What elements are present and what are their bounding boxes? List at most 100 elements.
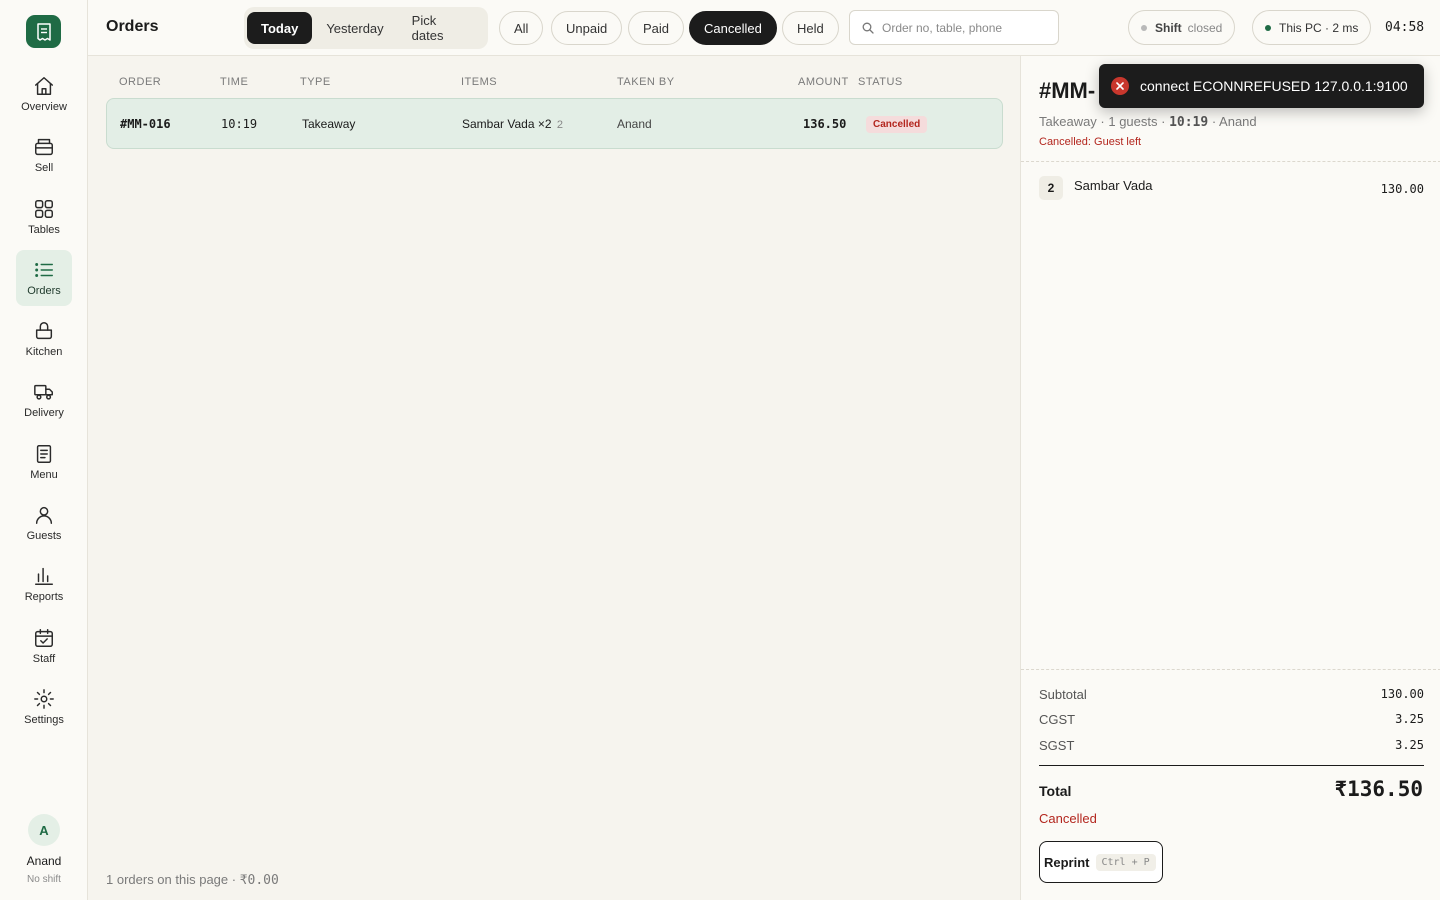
- sidebar-item-label: Overview: [21, 101, 67, 113]
- sidebar-item-label: Guests: [26, 530, 62, 543]
- tab-today[interactable]: Today: [247, 12, 313, 44]
- order-time: 10:19: [221, 117, 258, 131]
- sidebar-item-settings[interactable]: Settings: [16, 679, 72, 735]
- order-detail-meta-suffix: · Anand: [1208, 114, 1257, 129]
- divider: [1039, 765, 1424, 766]
- status-badge: Cancelled: [866, 116, 928, 133]
- error-toast[interactable]: connect ECONNREFUSED 127.0.0.1:9100: [1099, 64, 1424, 108]
- list-icon: [35, 262, 53, 277]
- total-label: Total: [1039, 783, 1072, 799]
- order-detail-meta-prefix: Takeaway · 1 guests ·: [1039, 114, 1170, 129]
- total-value: ₹136.50: [1334, 777, 1423, 801]
- clock: 04:58: [1385, 20, 1425, 35]
- register-icon: [35, 139, 53, 156]
- person-icon: [35, 507, 53, 525]
- column-header-items: ITEMS: [461, 76, 498, 88]
- cancellation-reason: Cancelled: Guest left: [1039, 136, 1142, 148]
- top-bar: Orders Today Yesterday Pick dates All Un…: [88, 0, 1440, 56]
- calendar-check-icon: [35, 628, 53, 647]
- home-icon: [35, 77, 53, 95]
- user-shift-status: No shift: [27, 874, 61, 885]
- avatar: A: [28, 814, 60, 846]
- sidebar-item-kitchen[interactable]: Kitchen: [16, 311, 72, 367]
- subtotal-value: 130.00: [1380, 687, 1424, 701]
- sidebar-item-label: Orders: [27, 284, 61, 297]
- sidebar-item-delivery[interactable]: Delivery: [16, 372, 72, 428]
- sidebar-item-guests[interactable]: Guests: [16, 495, 72, 551]
- error-icon: [1111, 77, 1129, 95]
- reprint-button[interactable]: Reprint Ctrl + P: [1039, 841, 1163, 883]
- search-input[interactable]: [882, 20, 1052, 35]
- divider: [1021, 161, 1440, 162]
- sidebar-item-tables[interactable]: Tables: [16, 189, 72, 245]
- bar-chart-icon: [35, 568, 53, 586]
- sidebar-item-menu[interactable]: Menu: [16, 434, 72, 490]
- sidebar-item-label: Settings: [24, 713, 64, 726]
- order-items-text: Sambar Vada ×2: [462, 117, 552, 131]
- order-detail-time: 10:19: [1169, 115, 1209, 130]
- column-header-type: TYPE: [300, 76, 331, 88]
- sidebar-item-label: Kitchen: [25, 346, 63, 359]
- menu-icon: [36, 444, 52, 463]
- order-detail-meta: Takeaway · 1 guests · 10:19 · Anand: [1039, 114, 1257, 130]
- line-item-name: Sambar Vada: [1074, 178, 1153, 193]
- sidebar-item-label: Menu: [30, 468, 58, 481]
- filter-held[interactable]: Held: [782, 11, 839, 45]
- shift-status-value: closed: [1187, 20, 1223, 35]
- list-footer-summary: 1 orders on this page · ₹0.00: [106, 872, 279, 888]
- table-row[interactable]: #MM-016 10:19 Takeaway Sambar Vada ×2 2 …: [106, 98, 1003, 149]
- grid-icon: [35, 199, 53, 218]
- connection-status-pill[interactable]: This PC · 2 ms: [1252, 10, 1372, 45]
- gear-icon: [34, 689, 54, 709]
- receipt-icon: [36, 22, 51, 41]
- order-items: Sambar Vada ×2 2: [462, 117, 563, 131]
- sgst-label: SGST: [1039, 738, 1075, 753]
- list-item[interactable]: 2 Sambar Vada 130.00: [1039, 174, 1424, 202]
- sidebar-item-sell[interactable]: Sell: [16, 127, 72, 183]
- sidebar-item-label: Reports: [24, 591, 64, 604]
- sgst-value: 3.25: [1395, 738, 1424, 752]
- order-taken-by: Anand: [617, 117, 652, 131]
- subtotal-label: Subtotal: [1039, 687, 1087, 702]
- connection-status-text: This PC · 2 ms: [1279, 20, 1359, 35]
- sgst-row: SGST 3.25: [1039, 738, 1424, 753]
- column-header-taken-by: TAKEN BY: [617, 76, 675, 88]
- shift-status-dot: [1141, 24, 1147, 31]
- sidebar: Overview Sell Tables Orders Kitchen Deli…: [0, 0, 88, 900]
- filter-cancelled[interactable]: Cancelled: [689, 11, 777, 45]
- filter-all[interactable]: All: [499, 11, 544, 45]
- sidebar-item-label: Staff: [32, 652, 56, 665]
- user-name: Anand: [26, 854, 62, 868]
- divider: [1021, 669, 1440, 670]
- column-header-order: ORDER: [119, 76, 162, 88]
- filter-unpaid[interactable]: Unpaid: [551, 11, 623, 45]
- sidebar-item-orders[interactable]: Orders: [16, 249, 72, 306]
- sidebar-item-overview[interactable]: Overview: [16, 66, 72, 122]
- pot-icon: [35, 322, 53, 340]
- sidebar-item-reports[interactable]: Reports: [16, 556, 72, 612]
- sidebar-item-label: Tables: [28, 223, 60, 236]
- reprint-button-label: Reprint: [1044, 854, 1090, 870]
- tab-yesterday[interactable]: Yesterday: [312, 12, 397, 44]
- page-title: Orders: [106, 18, 159, 35]
- reprint-shortcut: Ctrl + P: [1095, 853, 1156, 871]
- app-logo[interactable]: [26, 15, 61, 48]
- tab-pick-dates[interactable]: Pick dates: [398, 12, 485, 44]
- shift-label: Shift: [1155, 20, 1182, 35]
- toast-message: connect ECONNREFUSED 127.0.0.1:9100: [1140, 78, 1408, 94]
- line-item-qty: 2: [1039, 176, 1063, 200]
- cgst-label: CGST: [1039, 712, 1076, 727]
- sidebar-item-staff[interactable]: Staff: [16, 618, 72, 674]
- user-profile[interactable]: A Anand No shift: [0, 814, 88, 885]
- column-header-status: STATUS: [858, 76, 903, 88]
- list-footer-amount: ₹0.00: [239, 873, 279, 888]
- cgst-value: 3.25: [1395, 712, 1424, 726]
- filter-paid[interactable]: Paid: [628, 11, 685, 45]
- order-amount: 136.50: [803, 117, 847, 131]
- date-range-tabs: Today Yesterday Pick dates: [244, 7, 488, 49]
- column-header-time: TIME: [220, 76, 249, 88]
- shift-status-pill[interactable]: Shift closed: [1128, 10, 1236, 45]
- order-detail-title: #MM-: [1039, 78, 1096, 103]
- subtotal-row: Subtotal 130.00: [1039, 687, 1424, 702]
- orders-list: ORDER TIME TYPE ITEMS TAKEN BY AMOUNT ST…: [88, 56, 1020, 900]
